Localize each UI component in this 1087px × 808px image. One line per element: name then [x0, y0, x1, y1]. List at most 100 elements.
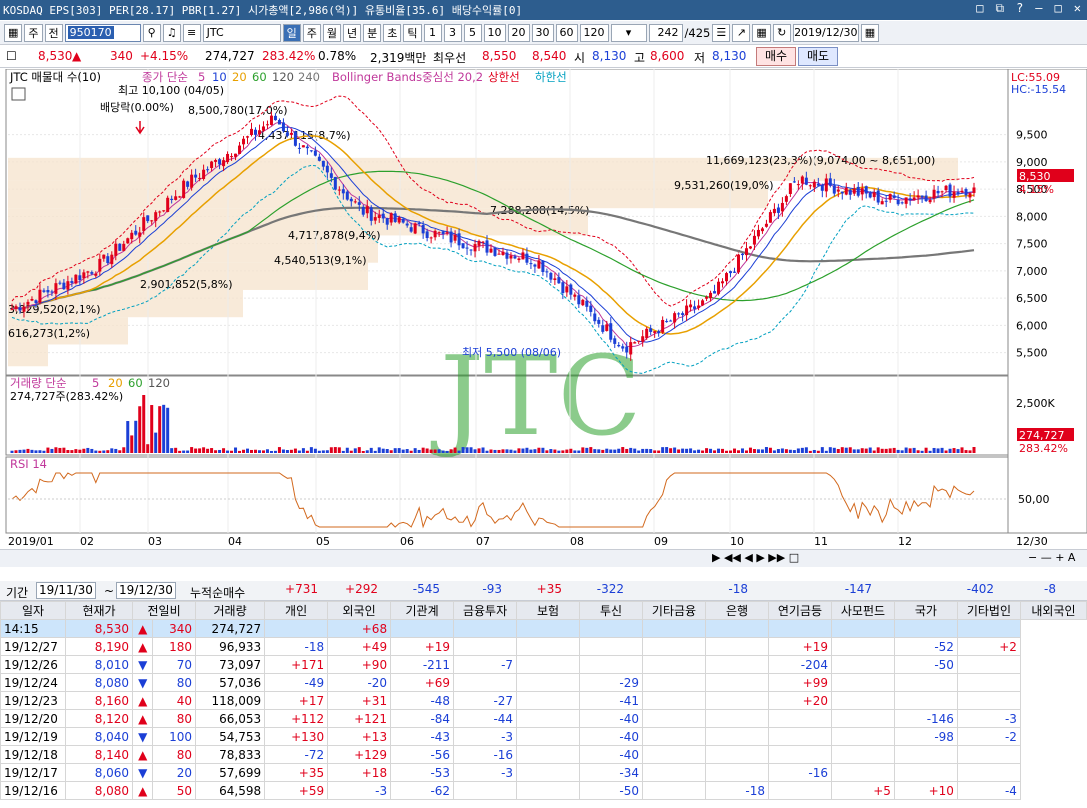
period-week[interactable]: 주: [302, 23, 321, 42]
table-row[interactable]: 19/12/26 8,010 ▼ 70 73,097 +171 +90 -211 -7 -204 -…: [0, 655, 1087, 674]
column-header[interactable]: 현재가: [65, 601, 134, 620]
grid-toggle-icon[interactable]: [11, 87, 26, 101]
period-month[interactable]: 월: [322, 23, 342, 42]
close-icon[interactable]: ✕: [1074, 1, 1081, 16]
column-header[interactable]: 연기금등: [767, 601, 832, 620]
market-select[interactable]: 주: [24, 23, 43, 42]
refresh-icon[interactable]: ↻: [772, 23, 791, 42]
column-header[interactable]: 개인: [264, 601, 329, 620]
table-row[interactable]: 19/12/18 8,140 ▲ 80 78,833 -72 +129 -56 -16 -40: [0, 745, 1087, 764]
chart-area[interactable]: 11,669,123(23,3%)(9,074,00 ~ 8,651,00) 9,…: [0, 69, 1087, 549]
buy-button[interactable]: 매수: [756, 47, 796, 66]
calendar-icon[interactable]: ▦: [860, 23, 880, 42]
column-header[interactable]: 기타법인: [956, 601, 1021, 620]
volume-bar: [569, 448, 573, 453]
net-sum-value: -147: [844, 582, 872, 596]
table-row[interactable]: 19/12/19 8,040 ▼ 100 54,753 +130 +13 -43 -3 -40 -9…: [0, 727, 1087, 746]
table-row[interactable]: 19/12/16 8,080 ▲ 50 64,598 +59 -3 -62 -50 -18 +5 +1…: [0, 781, 1087, 800]
candle-body: [812, 181, 816, 188]
candle-body: [469, 249, 473, 251]
date-input[interactable]: 2019/12/30: [792, 23, 859, 42]
period-year[interactable]: 년: [343, 23, 362, 42]
chart-scrollbar[interactable]: ▶ ◀◀ ◀ ▶ ▶▶ □ − — + A: [0, 549, 1087, 567]
count-input[interactable]: 242: [648, 23, 683, 42]
column-header[interactable]: 일자: [0, 601, 67, 620]
stock-name-field[interactable]: JTC: [202, 23, 281, 42]
volume-bar: [808, 450, 812, 453]
column-header[interactable]: 내외국인: [1019, 601, 1087, 620]
pin-icon[interactable]: ⧉: [995, 1, 1004, 16]
speaker-icon[interactable]: ♫: [162, 23, 181, 42]
volume-bar: [529, 449, 533, 453]
table-cell: [705, 709, 769, 728]
hc-label: HC:-15.54: [1011, 83, 1066, 96]
interval-3[interactable]: 3: [443, 23, 462, 42]
volume-bar: [713, 450, 717, 453]
volume-bar: [138, 406, 142, 453]
period-day[interactable]: 일: [282, 23, 301, 42]
volume-bar: [633, 448, 637, 453]
candle-body: [557, 277, 561, 284]
candle-body: [190, 174, 194, 188]
code-input[interactable]: 950170: [64, 23, 141, 42]
table-row[interactable]: 19/12/17 8,060 ▼ 20 57,699 +35 +18 -53 -3 -34 -16: [0, 763, 1087, 782]
column-header[interactable]: 국가: [893, 601, 958, 620]
chart-menu-icon[interactable]: ▦: [4, 23, 23, 42]
interval-60[interactable]: 60: [555, 23, 578, 42]
column-header[interactable]: 금융투자: [453, 601, 518, 620]
interval-custom-select[interactable]: ▾: [610, 23, 647, 42]
candle-body: [848, 189, 852, 195]
interval-1[interactable]: 1: [423, 23, 442, 42]
table-row[interactable]: 19/12/20 8,120 ▲ 80 66,053 +112 +121 -84 -44 -40 -…: [0, 709, 1087, 728]
table-cell: [579, 619, 644, 638]
sell-button[interactable]: 매도: [798, 47, 838, 66]
column-header[interactable]: 거래량: [195, 601, 266, 620]
column-header[interactable]: 은행: [705, 601, 769, 620]
interval-20[interactable]: 20: [507, 23, 530, 42]
help-icon[interactable]: ?: [1016, 1, 1023, 16]
table-row[interactable]: 19/12/24 8,080 ▼ 80 57,036 -49 -20 +69 -29 +99: [0, 673, 1087, 692]
table-row[interactable]: 14:15 8,530 ▲ 340 274,727 +68: [0, 619, 1087, 638]
interval-5[interactable]: 5: [463, 23, 482, 42]
volume-bar: [796, 448, 800, 453]
column-header[interactable]: 기타금융: [642, 601, 706, 620]
table-cell: -16: [767, 763, 832, 782]
chart-toolbar: ▦ 주 전 950170 ⚲ ♫ ≡ JTC 일 주 월 년 분 초 틱 1 3…: [0, 21, 1087, 45]
column-header[interactable]: 사모펀드: [830, 601, 895, 620]
restore-icon[interactable]: □: [976, 1, 983, 16]
table-row[interactable]: 19/12/27 8,190 ▲ 180 96,933 -18 +49 +19 +19 -52 +2: [0, 637, 1087, 656]
table-cell: 96,933: [195, 637, 266, 656]
list-icon[interactable]: ☰: [712, 23, 731, 42]
scroll-controls[interactable]: ▶ ◀◀ ◀ ▶ ▶▶ □: [712, 551, 799, 564]
zoom-icon[interactable]: ↗: [732, 23, 751, 42]
candle-body: [206, 169, 210, 171]
column-header[interactable]: 전일비: [132, 601, 197, 620]
period-tick[interactable]: 틱: [403, 23, 422, 42]
stock-status-icon[interactable]: ≡: [182, 23, 201, 42]
volume-bar: [904, 447, 908, 453]
table-row[interactable]: 19/12/23 8,160 ▲ 40 118,009 +17 +31 -48 -27 -41 +2…: [0, 691, 1087, 710]
column-header[interactable]: 보험: [516, 601, 581, 620]
search-icon[interactable]: ⚲: [142, 23, 161, 42]
table-cell: -50: [893, 655, 958, 674]
candle-body: [377, 215, 381, 218]
minimize-icon[interactable]: —: [1035, 1, 1042, 16]
interval-120[interactable]: 120: [579, 23, 609, 42]
quote-checkbox-icon[interactable]: ☐: [6, 49, 17, 63]
table-cell: -3: [956, 709, 1021, 728]
period-second[interactable]: 초: [383, 23, 402, 42]
save-icon[interactable]: ▦: [752, 23, 771, 42]
date-tick-label: 07: [476, 535, 490, 548]
zoom-controls[interactable]: − — + A: [1028, 551, 1075, 564]
column-header[interactable]: 투신: [579, 601, 644, 620]
volume-bar: [230, 450, 234, 453]
column-header[interactable]: 외국인: [327, 601, 392, 620]
interval-30[interactable]: 30: [531, 23, 554, 42]
interval-10[interactable]: 10: [483, 23, 506, 42]
period-minute[interactable]: 분: [363, 23, 382, 42]
price-legend: JTC 매물대 수(10): [9, 70, 101, 84]
table-cell: [956, 619, 1021, 638]
maximize-icon[interactable]: □: [1055, 1, 1062, 16]
column-header[interactable]: 기관계: [390, 601, 455, 620]
prev-select[interactable]: 전: [44, 23, 63, 42]
